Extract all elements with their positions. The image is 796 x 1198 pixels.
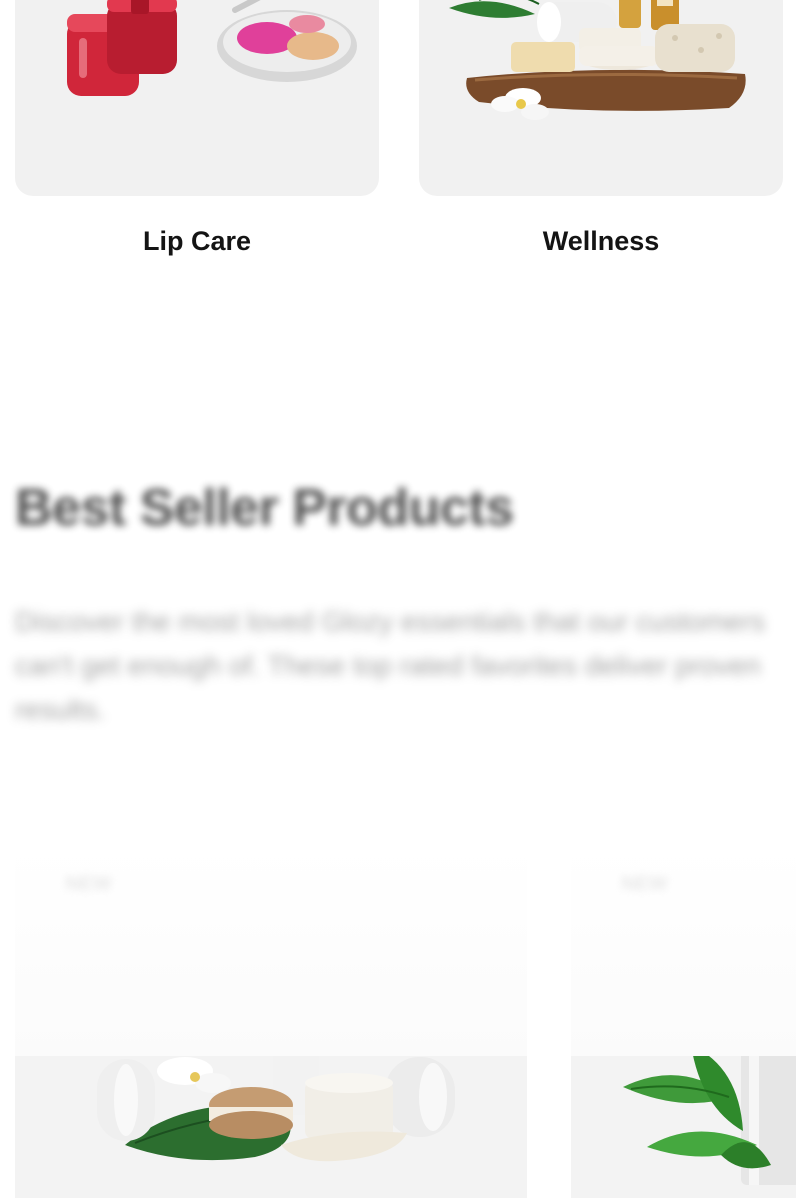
product-badge: NEW: [65, 873, 112, 895]
product-badge: NEW: [621, 873, 668, 895]
category-card-lip-care[interactable]: [15, 0, 379, 196]
page: Lip Care Wellness Best Seller Products D…: [0, 0, 796, 1198]
wellness-spa-products-image: [449, 0, 746, 120]
category-label-wellness[interactable]: Wellness: [419, 226, 783, 257]
best-seller-description: Discover the most loved Glozy essentials…: [15, 606, 766, 725]
product-card[interactable]: NEW: [571, 845, 796, 1198]
best-seller-title: Best Seller Products: [15, 479, 514, 537]
category-card-wellness[interactable]: [419, 0, 783, 196]
lip-care-products-image: [67, 0, 357, 96]
category-label-lip-care[interactable]: Lip Care: [15, 226, 379, 257]
product-card-loading-overlay: [571, 845, 796, 1056]
product-card[interactable]: NEW: [15, 845, 527, 1198]
